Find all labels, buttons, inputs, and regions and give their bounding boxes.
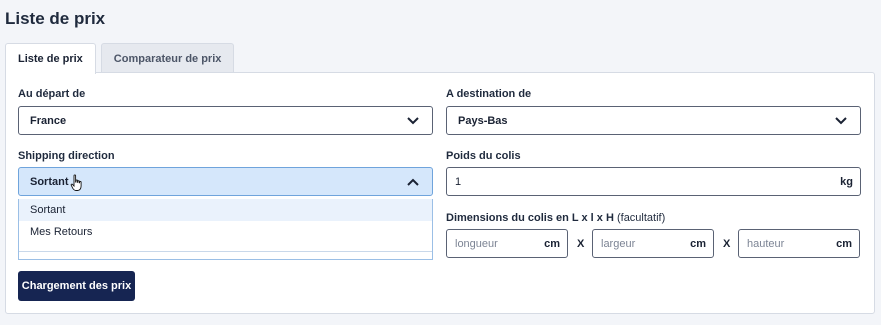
height-input[interactable]: hauteur cm: [738, 229, 860, 258]
chevron-down-icon: [835, 117, 847, 125]
departure-select[interactable]: France: [18, 106, 433, 135]
dimensions-label: Dimensions du colis en L x l x H (facult…: [446, 212, 665, 224]
shipping-direction-options: Sortant Mes Retours: [18, 199, 433, 260]
weight-input[interactable]: 1 kg: [446, 167, 861, 196]
width-unit: cm: [690, 237, 706, 250]
tab-price-list[interactable]: Liste de prix: [5, 43, 96, 74]
dropdown-divider: [19, 251, 432, 252]
hand-cursor-icon: [70, 174, 82, 191]
option-returns[interactable]: Mes Retours: [19, 221, 432, 243]
destination-label: A destination de: [446, 88, 532, 100]
departure-value: France: [30, 114, 67, 127]
chevron-up-icon: [407, 178, 419, 186]
height-unit: cm: [836, 237, 852, 250]
dimensions-optional: (facultatif): [616, 212, 666, 224]
shipping-direction-value: Sortant: [30, 175, 69, 188]
option-outgoing[interactable]: Sortant: [19, 199, 432, 221]
tab-price-comparator[interactable]: Comparateur de prix: [100, 43, 235, 73]
chevron-down-icon: [407, 117, 419, 125]
destination-value: Pays-Bas: [458, 114, 508, 127]
height-placeholder: hauteur: [747, 237, 785, 250]
length-unit: cm: [544, 237, 560, 250]
weight-unit: kg: [840, 175, 853, 188]
dimension-separator: X: [577, 238, 585, 250]
shipping-direction-label: Shipping direction: [18, 150, 115, 162]
destination-select[interactable]: Pays-Bas: [446, 106, 861, 135]
tab-bar: Liste de prix Comparateur de prix: [5, 43, 239, 74]
load-prices-button[interactable]: Chargement des prix: [18, 271, 135, 301]
dimension-separator: X: [723, 238, 731, 250]
width-input[interactable]: largeur cm: [592, 229, 714, 258]
width-placeholder: largeur: [601, 237, 636, 250]
departure-label: Au départ de: [18, 88, 86, 100]
length-input[interactable]: longueur cm: [446, 229, 568, 258]
dimensions-label-text: Dimensions du colis en L x l x H: [446, 212, 614, 224]
weight-label: Poids du colis: [446, 150, 521, 162]
length-placeholder: longueur: [455, 237, 498, 250]
page-title: Liste de prix: [5, 9, 106, 28]
weight-value: 1: [455, 175, 462, 188]
